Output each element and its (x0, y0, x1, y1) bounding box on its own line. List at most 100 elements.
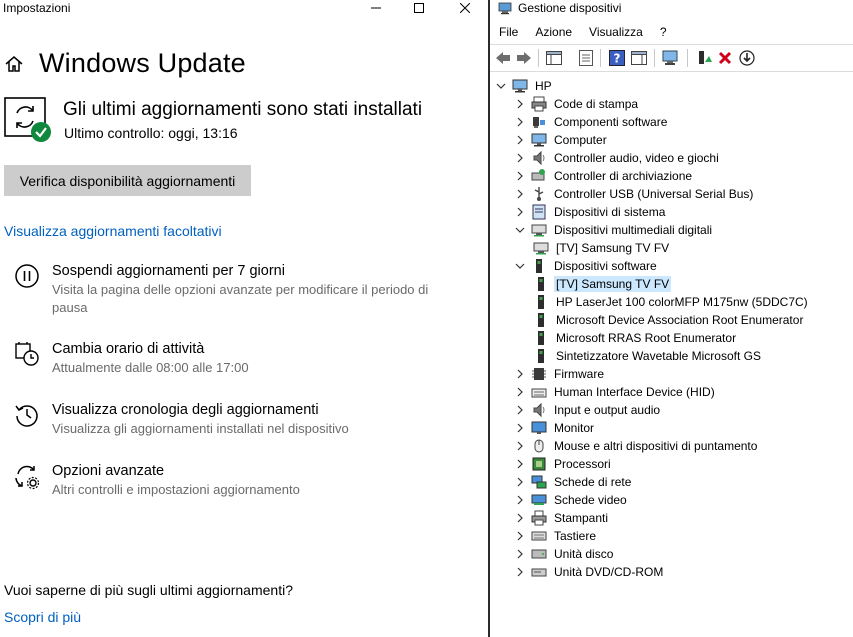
menu-help[interactable]: ? (651, 22, 675, 42)
status-title: Gli ultimi aggiornamenti sono stati inst… (63, 99, 423, 120)
tree-category[interactable]: Dispositivi multimediali digitali (514, 221, 714, 239)
tree-category[interactable]: Unità disco (514, 545, 615, 563)
tree-category[interactable]: Firmware (514, 365, 606, 383)
tree-category[interactable]: Schede video (514, 491, 629, 509)
check-updates-button[interactable]: Verifica disponibilità aggiornamenti (4, 165, 251, 196)
tree-category[interactable]: Stampanti (514, 509, 610, 527)
menu-action[interactable]: Azione (526, 22, 580, 42)
maximize-button[interactable] (397, 0, 441, 16)
show-hide-console-tree-button[interactable] (545, 49, 563, 67)
chevron-down-icon[interactable] (514, 260, 526, 272)
tree-category[interactable]: Controller audio, video e giochi (514, 149, 721, 167)
tree-device[interactable]: Microsoft RRAS Root Enumerator (533, 329, 738, 347)
chevron-right-icon[interactable] (514, 170, 526, 182)
menu-view[interactable]: Visualizza (580, 22, 651, 42)
chevron-right-icon[interactable] (514, 548, 526, 560)
chevron-right-icon[interactable] (514, 440, 526, 452)
console-icon (631, 51, 647, 65)
update-driver-button[interactable] (695, 49, 713, 67)
tree-category[interactable]: Componenti software (514, 113, 669, 131)
tree-item-label: Componenti software (554, 115, 668, 129)
tree-category[interactable]: Monitor (514, 419, 596, 437)
tree-category[interactable]: Unità DVD/CD-ROM (514, 563, 665, 581)
page-title: Windows Update (39, 48, 246, 78)
tree-category[interactable]: Dispositivi di sistema (514, 203, 667, 221)
chevron-right-icon[interactable] (514, 476, 526, 488)
tree-category[interactable]: Computer (514, 131, 609, 149)
tree-category[interactable]: Mouse e altri dispositivi di puntamento (514, 437, 759, 455)
dvd-drive-icon (531, 564, 547, 580)
chevron-right-icon[interactable] (514, 386, 526, 398)
tree-item-label: Sintetizzatore Wavetable Microsoft GS (556, 349, 761, 363)
tree-category[interactable]: Processori (514, 455, 613, 473)
tree-category[interactable]: Code di stampa (514, 95, 640, 113)
tree-category[interactable]: Tastiere (514, 527, 598, 545)
chevron-right-icon[interactable] (514, 566, 526, 578)
tree-device[interactable]: [TV] Samsung TV FV (533, 239, 671, 257)
enable-device-button[interactable] (738, 49, 756, 67)
chevron-down-icon[interactable] (495, 80, 507, 92)
display-adapter-icon (531, 492, 547, 508)
uninstall-device-button[interactable] (716, 49, 734, 67)
menu-file[interactable]: File (490, 22, 526, 42)
pause-icon (15, 264, 39, 288)
tree-item-label: Monitor (554, 421, 595, 435)
active-hours-desc: Attualmente dalle 08:00 alle 17:00 (52, 360, 249, 375)
tree-category[interactable]: Controller USB (Universal Serial Bus) (514, 185, 755, 203)
tree-device[interactable]: HP LaserJet 100 colorMFP M175nw (5DDC7C) (533, 293, 810, 311)
tree-device[interactable]: Sintetizzatore Wavetable Microsoft GS (533, 347, 763, 365)
optional-updates-link[interactable]: Visualizza aggiornamenti facoltativi (4, 223, 222, 239)
home-icon[interactable] (4, 54, 24, 74)
chevron-right-icon[interactable] (514, 458, 526, 470)
scan-hardware-button[interactable] (662, 49, 680, 67)
tree-category[interactable]: Input e output audio (514, 401, 662, 419)
tree-category[interactable]: Schede di rete (514, 473, 633, 491)
media-device-icon (531, 222, 547, 238)
computer-icon (531, 132, 547, 148)
action-pane-button[interactable] (630, 49, 648, 67)
chevron-right-icon[interactable] (514, 422, 526, 434)
chevron-right-icon[interactable] (514, 116, 526, 128)
media-device-icon (533, 240, 549, 256)
toolbar-separator (600, 49, 601, 67)
chevron-right-icon[interactable] (514, 206, 526, 218)
chevron-right-icon[interactable] (514, 98, 526, 110)
tree-category[interactable]: Dispositivi software (514, 257, 659, 275)
tree-category[interactable]: Controller di archiviazione (514, 167, 694, 185)
tree-item-label: Schede di rete (554, 475, 632, 489)
chevron-right-icon[interactable] (514, 188, 526, 200)
tree-root[interactable]: HP (495, 77, 554, 95)
tree-category[interactable]: Human Interface Device (HID) (514, 383, 717, 401)
software-device-icon (533, 348, 549, 364)
device-manager-app-icon (498, 2, 512, 15)
tree-item-label: [TV] Samsung TV FV (556, 241, 670, 255)
tree-item-label: HP LaserJet 100 colorMFP M175nw (5DDC7C) (556, 295, 808, 309)
close-button[interactable] (443, 0, 487, 16)
forward-button[interactable] (515, 49, 533, 67)
list-view-button[interactable] (577, 49, 595, 67)
chevron-right-icon[interactable] (514, 134, 526, 146)
tree-item-label: Human Interface Device (HID) (554, 385, 715, 399)
firmware-icon (531, 366, 547, 382)
chevron-right-icon[interactable] (514, 404, 526, 416)
chevron-right-icon[interactable] (514, 530, 526, 542)
uninstall-icon (718, 51, 732, 65)
tree-device[interactable]: Microsoft Device Association Root Enumer… (533, 311, 805, 329)
chevron-down-icon[interactable] (514, 224, 526, 236)
chevron-right-icon[interactable] (514, 368, 526, 380)
toolbar-separator (654, 49, 655, 67)
scan-hardware-icon (662, 50, 678, 65)
tree-device[interactable]: [TV] Samsung TV FV (533, 275, 672, 293)
network-adapter-icon (531, 474, 547, 490)
history-icon (15, 405, 38, 427)
chevron-right-icon[interactable] (514, 152, 526, 164)
tree-item-label: [TV] Samsung TV FV (554, 276, 672, 292)
help-button[interactable]: ? (608, 49, 626, 67)
chevron-right-icon[interactable] (514, 494, 526, 506)
minimize-button[interactable] (354, 0, 398, 16)
tree-item-label: Microsoft RRAS Root Enumerator (556, 331, 737, 345)
back-button[interactable] (494, 49, 512, 67)
learn-more-link[interactable]: Scopri di più (4, 609, 81, 625)
download-icon (739, 50, 755, 66)
chevron-right-icon[interactable] (514, 512, 526, 524)
